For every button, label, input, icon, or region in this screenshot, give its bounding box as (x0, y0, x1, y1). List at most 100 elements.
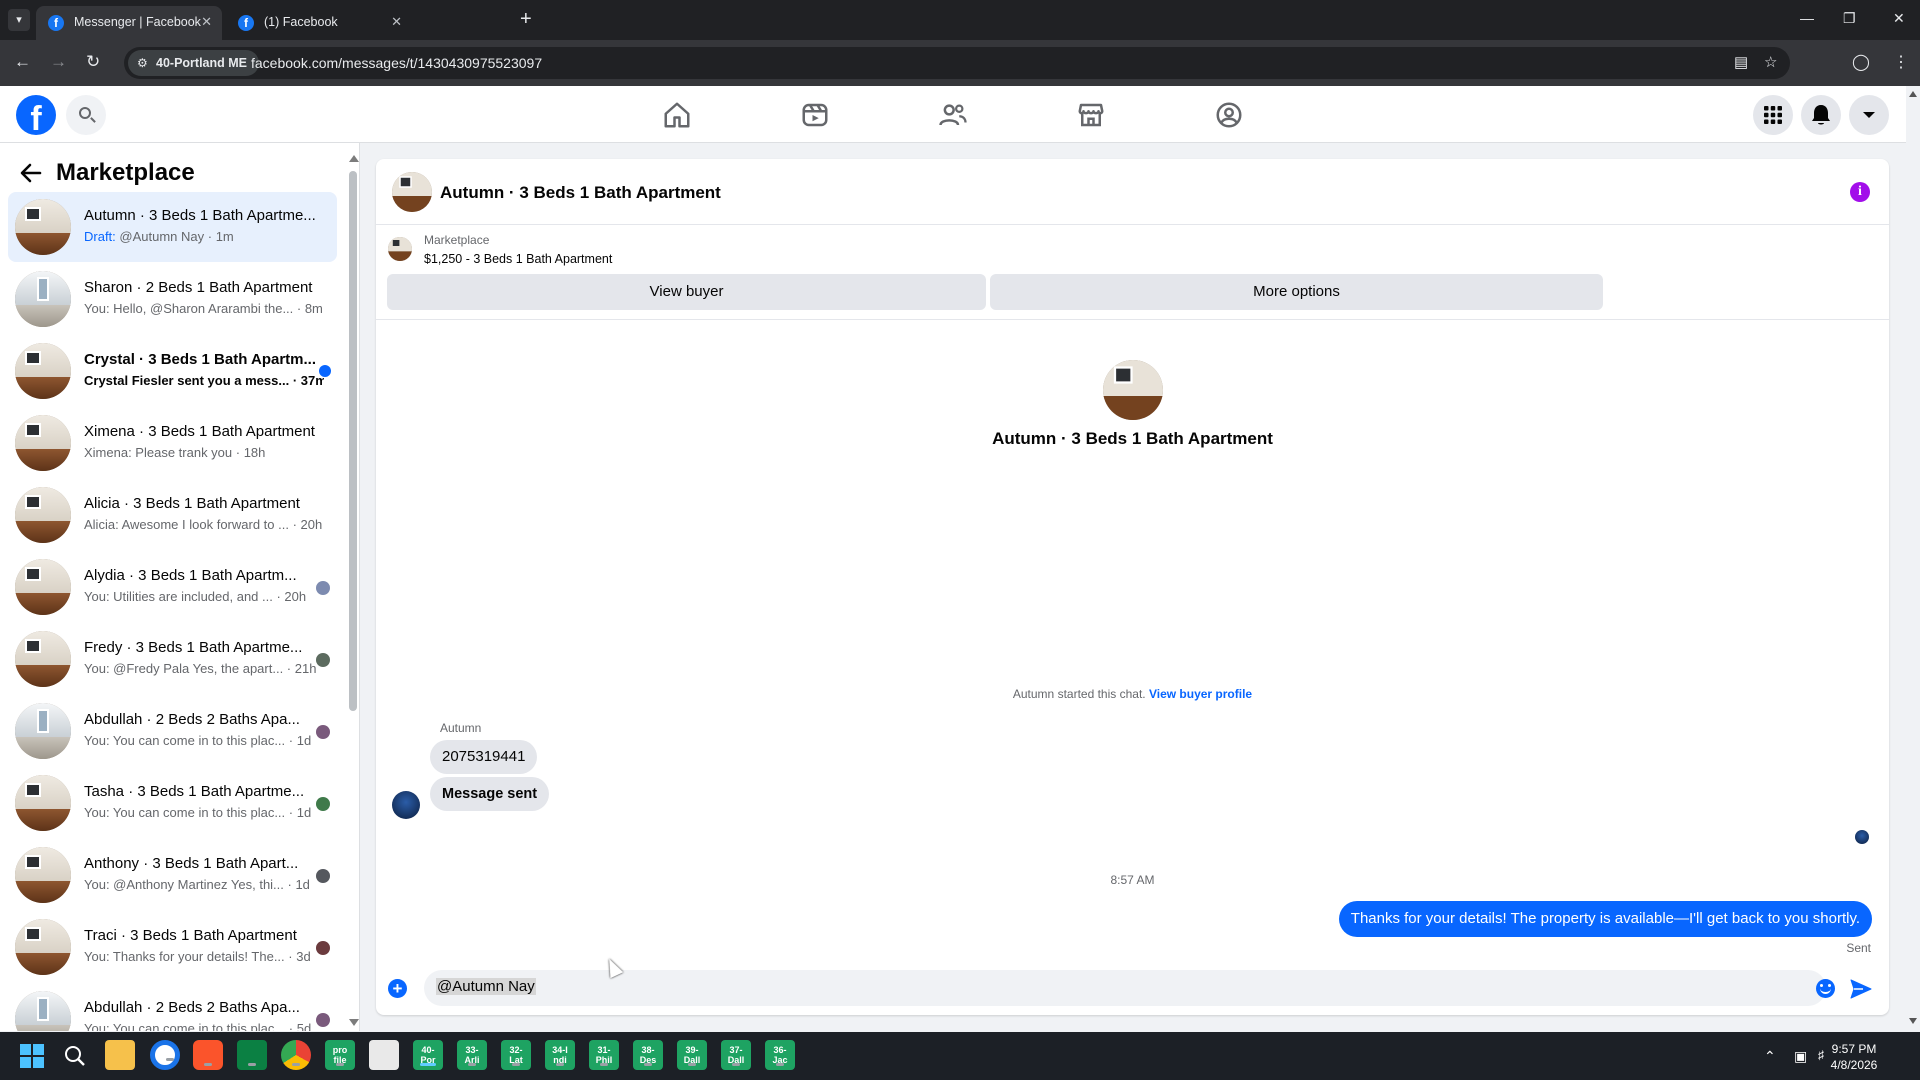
notifications-button[interactable] (1801, 95, 1841, 135)
reload-icon[interactable]: ↻ (86, 52, 100, 72)
conversation-item[interactable]: Ximena · 3 Beds 1 Bath Apartment Ximena:… (8, 408, 337, 478)
video-icon[interactable] (800, 100, 830, 130)
facebook-header: f (0, 86, 1906, 143)
bookmark-star-icon[interactable]: ☆ (1764, 53, 1777, 71)
conversation-snippet: Alicia: Awesome I look forward to ... · … (84, 517, 323, 532)
windows-start-icon[interactable] (20, 1044, 44, 1068)
address-bar[interactable]: ⚙ 40-Portland ME facebook.com/messages/t… (124, 47, 1790, 79)
profile-app-icon[interactable]: pro file (325, 1040, 355, 1070)
show-hidden-icons-icon[interactable]: ⌃ (1764, 1048, 1776, 1065)
seen-avatar (316, 581, 330, 595)
file-explorer-icon[interactable] (105, 1040, 135, 1070)
page-scrollbar[interactable] (1906, 86, 1920, 1031)
minimize-icon[interactable]: — (1800, 10, 1814, 26)
scroll-down-icon[interactable] (349, 1019, 359, 1026)
conversation-item[interactable]: Fredy · 3 Beds 1 Bath Apartme... You: @F… (8, 624, 337, 694)
conversation-item[interactable]: Alydia · 3 Beds 1 Bath Apartm... You: Ut… (8, 552, 337, 622)
menu-grid-button[interactable] (1753, 95, 1793, 135)
taskbar-window[interactable]: 34-I ndi (545, 1040, 575, 1070)
view-buyer-button[interactable]: View buyer (387, 274, 986, 310)
unread-indicator (319, 365, 331, 377)
conversation-snippet: Ximena: Please trank you · 18h (84, 445, 266, 460)
taskbar-window[interactable]: 31- Phil (589, 1040, 619, 1070)
search-icon (79, 107, 91, 119)
network-icon[interactable]: ▣ (1794, 1048, 1807, 1065)
taskbar-search-icon[interactable] (64, 1045, 86, 1067)
message-input[interactable] (424, 970, 1826, 1006)
chat-avatar[interactable] (392, 172, 432, 212)
friends-icon[interactable] (938, 100, 968, 130)
incoming-message[interactable]: 2075319441 (430, 740, 538, 774)
chrome-profile-icon[interactable] (281, 1040, 311, 1070)
new-tab-button[interactable]: + (520, 8, 532, 30)
started-text: Autumn started this chat. (1012, 687, 1149, 701)
system-clock[interactable]: 9:57 PM 4/8/2026 (1822, 1041, 1886, 1073)
taskbar-window-40-portland[interactable]: 40- Por (413, 1040, 443, 1070)
chat-panel: Autumn · 3 Beds 1 Bath Apartment i Marke… (376, 159, 1889, 1015)
profile-icon[interactable]: ◯ (1852, 52, 1870, 72)
conversation-item[interactable]: Autumn · 3 Beds 1 Bath Apartme... Draft:… (8, 192, 337, 262)
outgoing-message[interactable]: Thanks for your details! The property is… (1338, 901, 1872, 937)
conversation-item[interactable]: Abdullah · 2 Beds 2 Baths Apa... You: Yo… (8, 984, 337, 1031)
browser-menu-icon[interactable]: ⋮ (1893, 52, 1909, 72)
close-window-icon[interactable]: ✕ (1893, 10, 1905, 27)
close-tab-icon[interactable]: ✕ (201, 14, 212, 30)
incoming-message[interactable]: Message sent (430, 777, 550, 811)
chevron-down-icon (1863, 112, 1875, 118)
taskbar-window[interactable]: 38- Des (633, 1040, 663, 1070)
taskbar-window[interactable]: 39- Dall (677, 1040, 707, 1070)
install-app-icon[interactable]: ▤ (1734, 53, 1748, 71)
emoji-icon[interactable] (1816, 979, 1835, 998)
restore-icon[interactable]: ❐ (1843, 10, 1856, 27)
conversation-item[interactable]: Abdullah · 2 Beds 2 Baths Apa... You: Yo… (8, 696, 337, 766)
conversation-item[interactable]: Tasha · 3 Beds 1 Bath Apartme... You: Yo… (8, 768, 337, 838)
taskbar-window[interactable]: 36- Jac (765, 1040, 795, 1070)
listing-thumbnail (15, 415, 71, 471)
site-info-chip[interactable]: ⚙ 40-Portland ME (128, 50, 259, 76)
chat-title[interactable]: Autumn · 3 Beds 1 Bath Apartment (440, 183, 721, 203)
account-button[interactable] (1849, 95, 1889, 135)
sender-name: Autumn (440, 721, 482, 735)
scroll-up-icon[interactable] (1909, 91, 1917, 97)
app-icon[interactable] (237, 1040, 267, 1070)
tab-search-button[interactable]: ▾ (8, 9, 30, 31)
brave-icon[interactable] (193, 1040, 223, 1070)
more-options-button[interactable]: More options (990, 274, 1603, 310)
conversation-item[interactable]: Sharon · 2 Beds 1 Bath Apartment You: He… (8, 264, 337, 334)
sender-avatar[interactable] (392, 791, 420, 819)
listing-price[interactable]: $1,250 - 3 Beds 1 Bath Apartment (424, 252, 612, 266)
taskbar-window[interactable]: 37- Dall (721, 1040, 751, 1070)
notepad-icon[interactable] (369, 1040, 399, 1070)
scroll-up-icon[interactable] (349, 155, 359, 162)
taskbar-window[interactable]: 33- Arli (457, 1040, 487, 1070)
conversation-list-scrollbar[interactable] (347, 143, 359, 1031)
mention-chip[interactable]: @Autumn Nay (436, 978, 536, 995)
gaming-icon[interactable] (1214, 100, 1244, 130)
forward-icon[interactable]: → (50, 52, 67, 72)
tab-messenger[interactable]: f Messenger | Facebook ✕ (36, 6, 222, 40)
marketplace-icon[interactable] (1076, 100, 1106, 130)
facebook-logo[interactable]: f (16, 95, 56, 135)
scroll-thumb[interactable] (349, 171, 357, 711)
search-button[interactable] (66, 95, 106, 135)
browser-tab-bar: ▾ f Messenger | Facebook ✕ f (1) Faceboo… (0, 0, 1920, 40)
sent-status: Sent (1846, 941, 1871, 955)
tab-title: (1) Facebook (264, 15, 338, 29)
back-icon[interactable]: ← (14, 52, 31, 72)
scroll-down-icon[interactable] (1909, 1018, 1917, 1024)
conversation-item[interactable]: Anthony · 3 Beds 1 Bath Apart... You: @A… (8, 840, 337, 910)
conversation-item[interactable]: Crystal · 3 Beds 1 Bath Apartm... Crysta… (8, 336, 337, 406)
chrome-blue-icon[interactable] (150, 1040, 180, 1070)
taskbar-window[interactable]: 32- Lat (501, 1040, 531, 1070)
tab-facebook[interactable]: f (1) Facebook ✕ (226, 6, 412, 40)
info-icon[interactable]: i (1850, 182, 1870, 202)
send-icon[interactable] (1850, 979, 1872, 999)
back-arrow-icon[interactable] (18, 160, 44, 186)
view-buyer-profile-link[interactable]: View buyer profile (1149, 687, 1252, 701)
home-icon[interactable] (662, 100, 692, 130)
close-tab-icon[interactable]: ✕ (391, 14, 402, 30)
conversation-item[interactable]: Traci · 3 Beds 1 Bath Apartment You: Tha… (8, 912, 337, 982)
conversation-list-panel: Marketplace Autumn · 3 Beds 1 Bath Apart… (0, 143, 360, 1031)
conversation-item[interactable]: Alicia · 3 Beds 1 Bath Apartment Alicia:… (8, 480, 337, 550)
plus-icon[interactable]: + (388, 979, 407, 998)
